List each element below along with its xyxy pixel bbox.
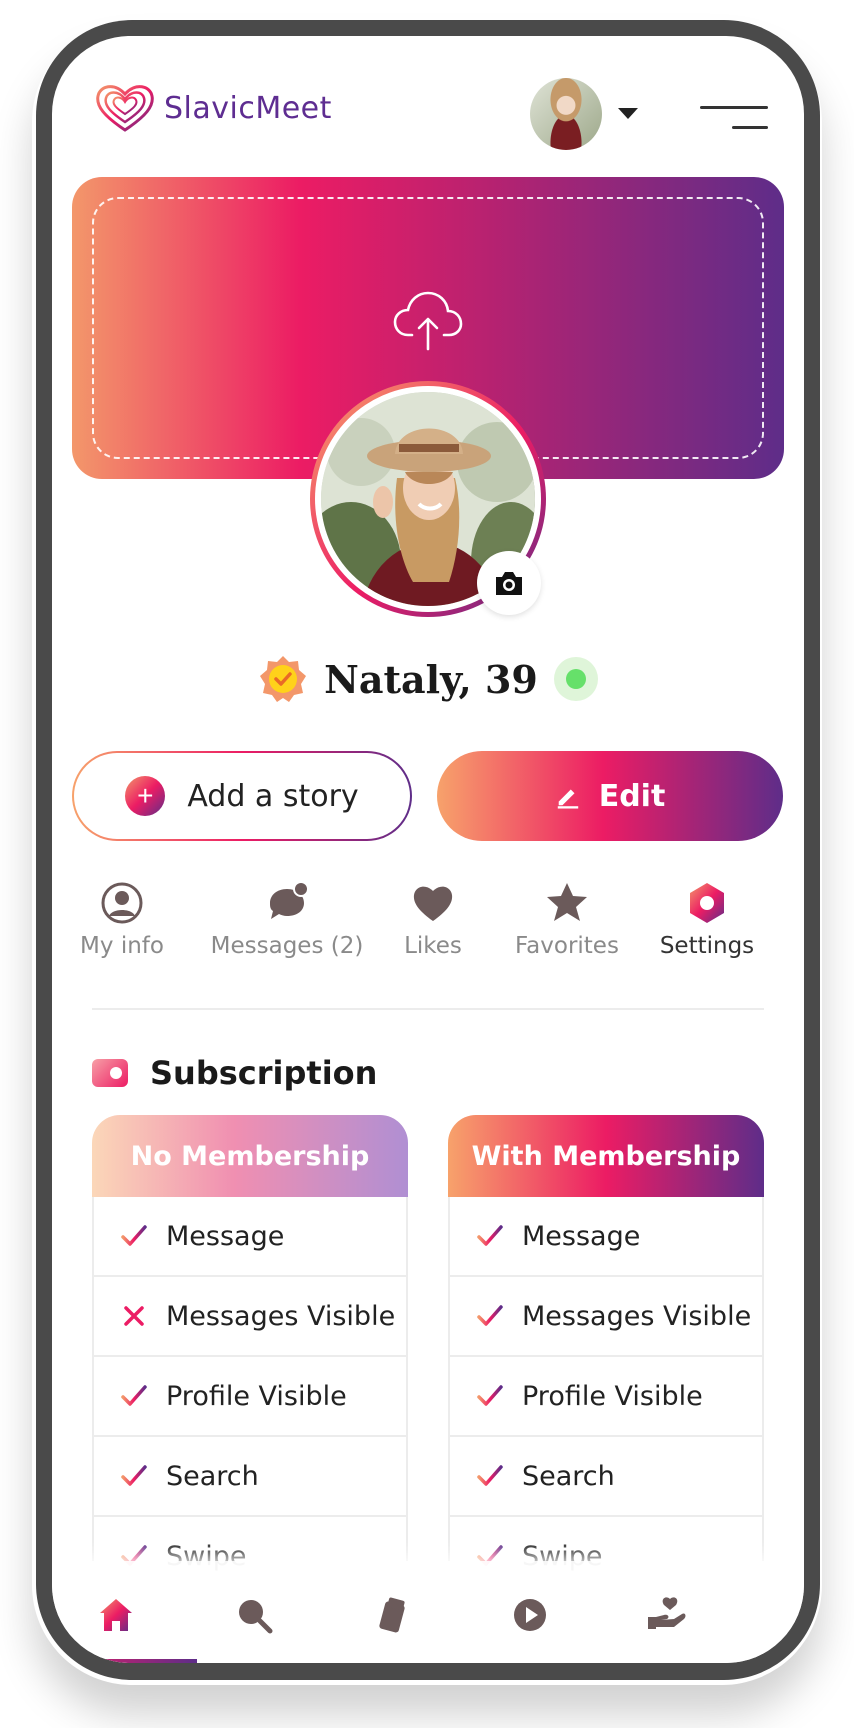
feature-row: Profile Visible (92, 1357, 408, 1437)
profile-tabs: My info Messages (2) Likes Favorites Set… (72, 881, 784, 971)
nav-swipe-cards[interactable] (370, 1593, 414, 1637)
tab-label: My info (80, 933, 164, 959)
nav-home[interactable] (94, 1593, 138, 1637)
plan-title: No Membership (92, 1115, 408, 1197)
online-status-indicator (553, 657, 598, 701)
chat-bubble-icon (270, 881, 309, 919)
bottom-navigation (52, 1561, 804, 1663)
feature-label: Messages Visible (166, 1300, 396, 1332)
add-story-label: Add a story (187, 778, 359, 814)
add-story-button[interactable]: + Add a story (72, 751, 412, 841)
feature-label: Profile Visible (166, 1380, 347, 1412)
tab-favorites[interactable]: Favorites (515, 881, 619, 959)
change-photo-button[interactable] (477, 551, 541, 615)
chevron-down-icon[interactable] (618, 108, 638, 119)
user-circle-icon (101, 882, 143, 924)
feature-row: Message (92, 1197, 408, 1277)
app-screen: SlavicMeet Nataly, 39 + Add a story Edit… (52, 36, 804, 1663)
heart-icon (413, 886, 453, 921)
tab-label: Settings (659, 933, 755, 959)
cross-icon (124, 1306, 144, 1326)
hamburger-icon[interactable] (698, 102, 768, 134)
subscription-title: Subscription (150, 1054, 378, 1092)
brand-name: SlavicMeet (164, 90, 332, 126)
tab-settings[interactable]: Settings (659, 881, 755, 959)
cards-icon (379, 1597, 405, 1633)
feature-row: Search (448, 1437, 764, 1517)
brand-logo[interactable]: SlavicMeet (94, 82, 332, 134)
nav-gifts[interactable] (644, 1593, 688, 1637)
feature-row: Messages Visible (92, 1277, 408, 1357)
feature-row: Profile Visible (448, 1357, 764, 1437)
feature-row: Message (448, 1197, 764, 1277)
pencil-icon (557, 789, 578, 809)
search-icon (239, 1600, 273, 1634)
star-icon (547, 883, 587, 921)
cloud-upload-icon[interactable] (392, 289, 464, 353)
feature-row: Search (92, 1437, 408, 1517)
ticket-icon (92, 1059, 128, 1087)
check-icon (121, 1465, 147, 1486)
active-tab-indicator (52, 1659, 197, 1663)
tab-label: Likes (404, 933, 462, 959)
check-icon (477, 1225, 503, 1246)
plan-title: With Membership (448, 1115, 764, 1197)
profile-name-row: Nataly, 39 (52, 654, 804, 704)
edit-profile-button[interactable]: Edit (437, 751, 783, 841)
profile-name: Nataly, 39 (324, 656, 538, 702)
feature-label: Message (166, 1220, 285, 1252)
feature-label: Message (522, 1220, 641, 1252)
user-avatar[interactable] (530, 78, 602, 150)
check-icon (121, 1225, 147, 1246)
feature-label: Search (522, 1460, 615, 1492)
plus-icon: + (125, 776, 166, 816)
hand-heart-icon (648, 1597, 686, 1629)
home-icon (100, 1599, 132, 1631)
tab-likes[interactable]: Likes (397, 881, 469, 959)
check-icon (121, 1385, 147, 1406)
tab-my-info[interactable]: My info (80, 881, 164, 959)
online-dot (565, 669, 586, 689)
verified-badge-icon (260, 656, 307, 702)
nav-videos[interactable] (508, 1593, 552, 1637)
heart-logo-icon (96, 85, 154, 132)
settings-hexagon-icon (690, 883, 724, 923)
check-icon (477, 1465, 503, 1486)
tab-label: Messages (2) (210, 933, 364, 959)
menu-line (732, 126, 768, 129)
check-icon (477, 1385, 503, 1406)
play-icon (514, 1599, 546, 1631)
feature-label: Messages Visible (522, 1300, 752, 1332)
plan-with-membership[interactable]: With Membership Message Messages Visible… (448, 1115, 764, 1597)
nav-search[interactable] (232, 1593, 276, 1637)
camera-icon (496, 572, 522, 595)
check-icon (477, 1305, 503, 1326)
subscription-heading: Subscription (92, 1054, 377, 1092)
feature-row: Messages Visible (448, 1277, 764, 1357)
feature-label: Profile Visible (522, 1380, 703, 1412)
section-divider (92, 1008, 764, 1010)
feature-label: Search (166, 1460, 259, 1492)
menu-line (700, 106, 768, 109)
edit-label: Edit (598, 778, 666, 814)
plan-no-membership[interactable]: No Membership Message Messages Visible P… (92, 1115, 408, 1597)
tab-messages[interactable]: Messages (2) (210, 881, 364, 959)
tab-label: Favorites (515, 933, 619, 959)
